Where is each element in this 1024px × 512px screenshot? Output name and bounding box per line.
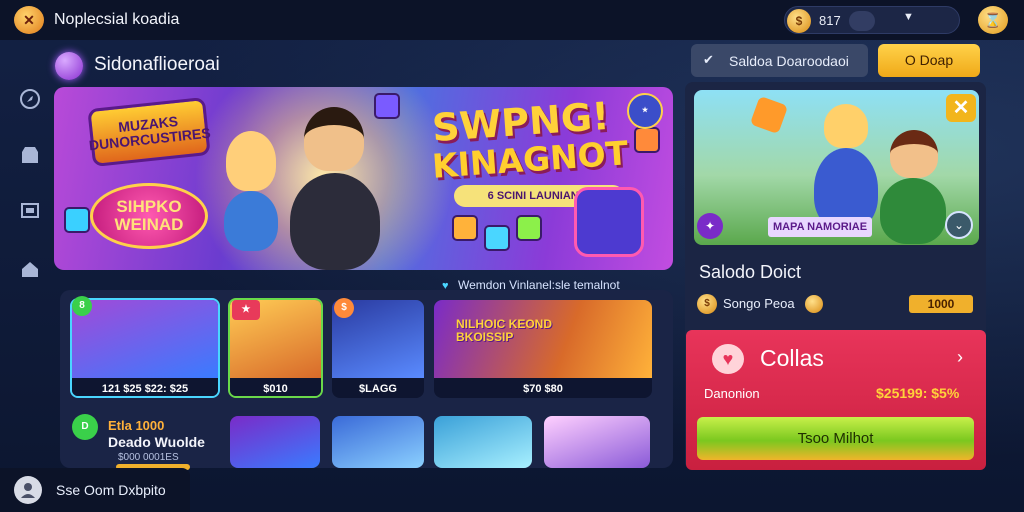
gem-icon xyxy=(374,93,400,119)
featured-game-label: MAPA NAMORIAE xyxy=(768,217,872,237)
compass-icon[interactable] xyxy=(18,88,42,110)
promo-badge-icon: D xyxy=(72,414,98,440)
gem-icon xyxy=(634,127,660,153)
shop-icon[interactable] xyxy=(18,144,42,166)
balance-toggle[interactable] xyxy=(849,11,875,31)
balance-row: $ Songo Peoa 1000 xyxy=(697,293,977,315)
hero-banner[interactable]: MUZAKS DUNORCUSTIRES SIHPKO WEINAD SWPNG… xyxy=(54,87,673,270)
balance-title: Salodo Doict xyxy=(699,262,802,282)
user-icon xyxy=(14,476,42,504)
chevron-down-icon[interactable]: ⌄ xyxy=(945,211,973,239)
dice-icon xyxy=(452,215,478,241)
character-blonde-boy-body xyxy=(224,191,278,251)
app-title: Noplecsial koadia xyxy=(54,11,180,28)
gem-icon xyxy=(749,95,789,135)
game-tile-caption: $010 xyxy=(230,378,321,396)
play-now-button[interactable]: Tsoo Milhot xyxy=(697,417,974,460)
section-orb-icon xyxy=(55,52,83,80)
game-tile[interactable]: NILHOIC KEOND BKOISSIP $70 $80 xyxy=(434,300,652,398)
game-tile-art xyxy=(72,300,218,378)
coin-balance-dropdown[interactable]: $ 817 ▼ xyxy=(784,6,960,34)
social-button-label: Saldoa Doaroodaoi xyxy=(729,53,849,69)
game-tile[interactable] xyxy=(544,416,650,468)
top-bar: ✕ Noplecsial koadia $ 817 ▼ ⌛ xyxy=(0,0,1024,40)
treasure-chest-icon xyxy=(574,187,644,257)
coin-icon: $ xyxy=(787,9,811,33)
footer-box[interactable]: Sse Oom Dxbpito xyxy=(0,468,190,512)
home-icon[interactable] xyxy=(18,258,42,280)
character-girl-body xyxy=(880,178,946,244)
screen-icon[interactable] xyxy=(18,200,42,222)
character-hero-body xyxy=(290,173,380,270)
dice-icon xyxy=(484,225,510,251)
section-title: Sidonaflioeroai xyxy=(94,54,220,75)
social-button[interactable]: ✔ Saldoa Doaroodaoi xyxy=(691,44,868,77)
gem-icon xyxy=(64,207,90,233)
character-blonde-boy xyxy=(226,131,276,191)
hero-badge-top: MUZAKS DUNORCUSTIRES xyxy=(87,96,211,168)
tile-badge-icon: 8 xyxy=(72,296,92,316)
game-tile-art-title: NILHOIC KEOND BKOISSIP xyxy=(456,317,552,344)
promo-line2: Deado Wuolde xyxy=(108,434,205,450)
coin-icon xyxy=(805,295,823,313)
promo-card-label: Danonion xyxy=(704,386,760,401)
character-girl xyxy=(890,130,938,178)
balance-name: Songo Peoa xyxy=(723,296,795,311)
twitter-icon: ✔ xyxy=(703,52,714,67)
game-tile[interactable]: 121 $25 $22: $25 xyxy=(70,298,220,398)
balance-value-badge: 1000 xyxy=(909,295,973,313)
game-tile[interactable] xyxy=(332,416,424,468)
game-tile-caption: $70 $80 xyxy=(434,378,652,398)
coin-icon: $ xyxy=(697,294,717,314)
app-logo-icon[interactable]: ✕ xyxy=(14,6,44,34)
chevron-down-icon[interactable]: ▼ xyxy=(903,11,914,23)
tile-badge-icon: $ xyxy=(334,298,354,318)
close-icon[interactable]: ✕ xyxy=(946,94,976,122)
game-tile-caption: $LAGG xyxy=(332,378,424,398)
dice-icon xyxy=(516,215,542,241)
hourglass-icon[interactable]: ⌛ xyxy=(978,6,1008,34)
character-hero xyxy=(304,107,364,171)
game-tile-caption: 121 $25 $22: $25 xyxy=(72,378,218,396)
promo-line3: $000 0001ES xyxy=(118,452,179,463)
game-tile[interactable] xyxy=(434,416,532,468)
coin-balance-value: 817 xyxy=(819,13,841,28)
promo-card-amount: $25199: $5% xyxy=(876,385,960,401)
chevron-right-icon[interactable]: › xyxy=(957,347,963,368)
footer-label: Sse Oom Dxbpito xyxy=(56,482,166,498)
promo-line1: Etla 1000 xyxy=(108,418,165,433)
game-tile-art: NILHOIC KEOND BKOISSIP xyxy=(434,300,652,378)
hero-corner-badge-icon[interactable]: ★ xyxy=(627,93,663,129)
heart-icon: ♥ xyxy=(712,344,744,374)
character-blonde-kid xyxy=(824,104,868,148)
deposit-button[interactable]: O Doap xyxy=(878,44,980,77)
game-tile[interactable] xyxy=(230,416,320,468)
plus-icon[interactable]: ✦ xyxy=(697,213,723,239)
promo-card-title: Collas xyxy=(760,345,824,371)
tile-badge-icon: ★ xyxy=(232,300,260,320)
hero-badge-bottom: SIHPKO WEINAD xyxy=(90,183,208,249)
